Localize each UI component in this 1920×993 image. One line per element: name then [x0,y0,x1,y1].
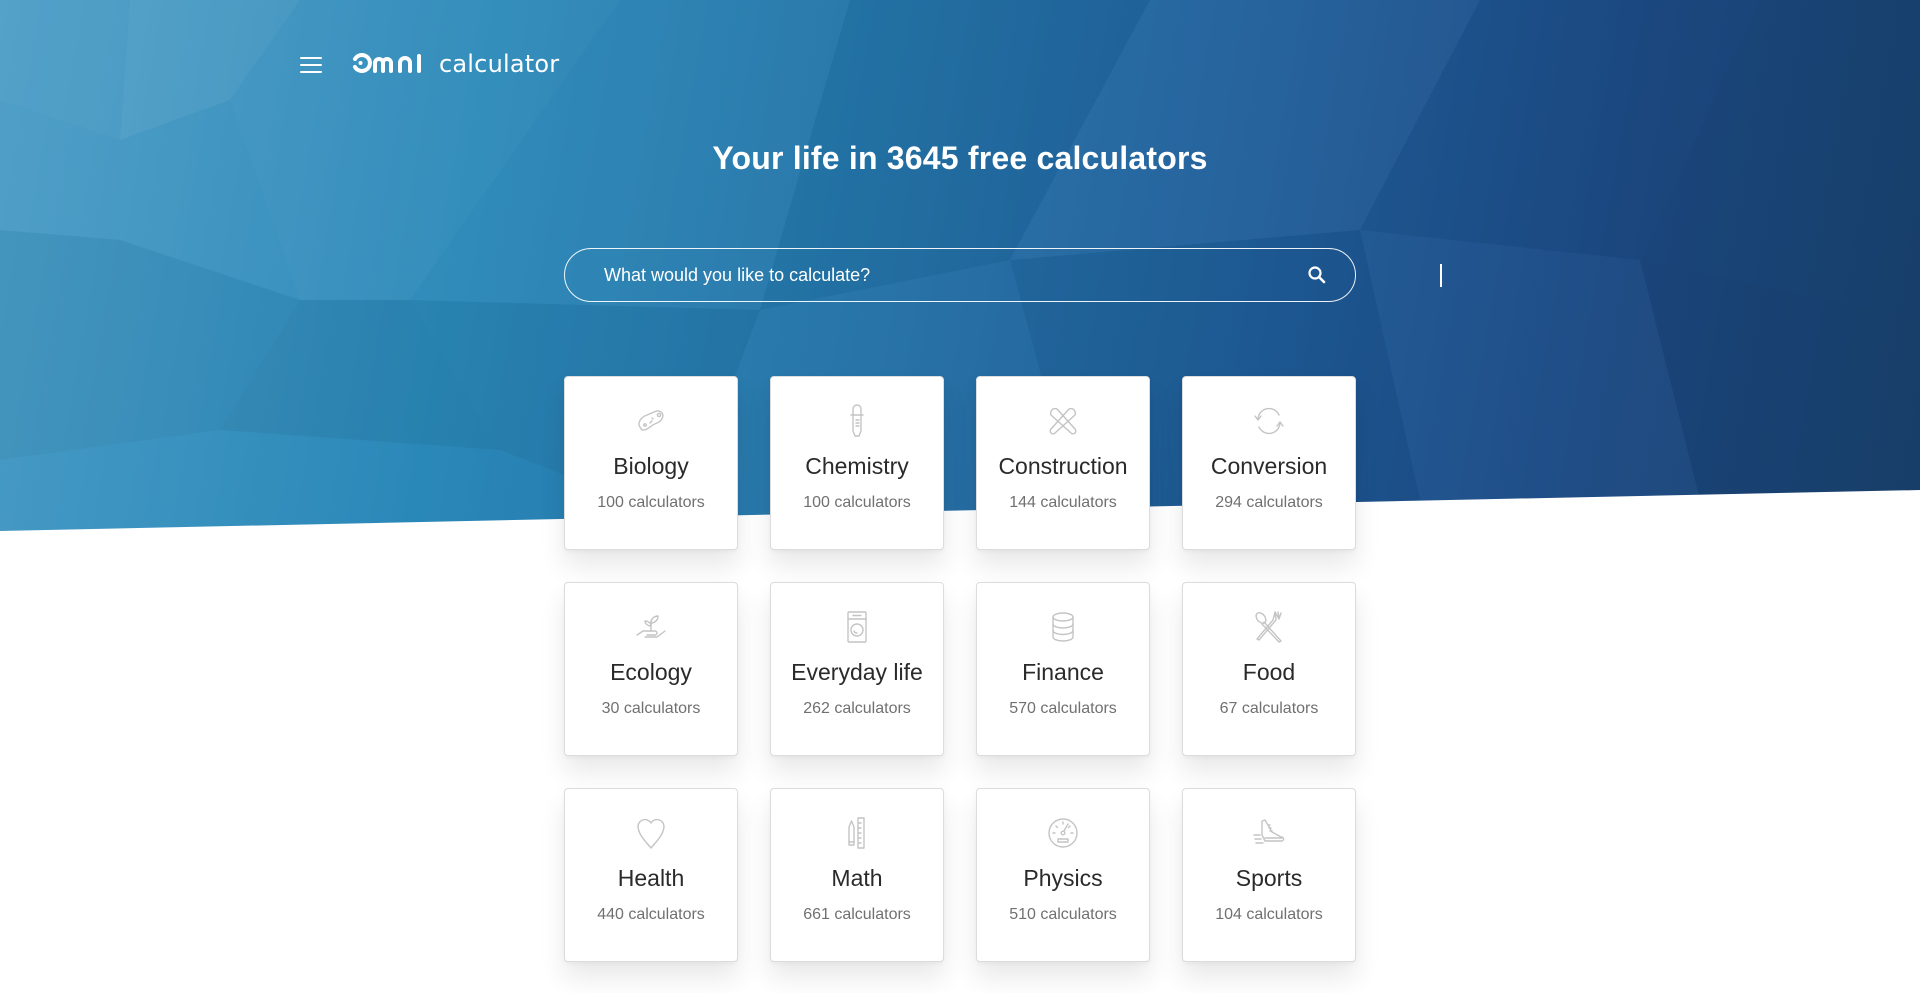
category-count: 262 calculators [803,700,911,717]
category-name: Health [617,865,685,891]
category-count: 294 calculators [1215,494,1323,511]
category-card-food[interactable]: Food 67 calculators [1182,582,1356,756]
category-name: Math [831,865,883,891]
category-name: Food [1242,659,1296,685]
category-name: Finance [1022,659,1104,685]
category-card-finance[interactable]: Finance 570 calculators [976,582,1150,756]
pencil-ruler-icon [839,815,875,851]
category-card-physics[interactable]: Physics 510 calculators [976,788,1150,962]
text-cursor [1440,264,1442,287]
category-name: Construction [998,453,1128,479]
category-count: 100 calculators [597,494,705,511]
category-card-construction[interactable]: Construction 144 calculators [976,376,1150,550]
speedometer-icon [1045,815,1081,851]
hamburger-menu-button[interactable] [298,54,326,76]
running-shoe-icon [1251,815,1287,851]
category-card-conversion[interactable]: Conversion 294 calculators [1182,376,1356,550]
category-name: Conversion [1210,453,1328,479]
category-count: 144 calculators [1009,494,1117,511]
bacteria-icon [633,403,669,439]
page: calculator Your life in 3645 free calcul… [0,0,1920,993]
omni-wordmark-icon [353,53,421,73]
category-count: 510 calculators [1009,906,1117,923]
fork-spoon-icon [1251,609,1287,645]
menu-line [300,71,322,73]
category-count: 440 calculators [597,906,705,923]
search-input[interactable] [565,248,1289,302]
plant-in-hand-icon [633,609,669,645]
search-icon [1308,266,1326,284]
search-button[interactable] [1289,249,1345,301]
category-name: Everyday life [791,659,923,685]
category-card-everyday-life[interactable]: Everyday life 262 calculators [770,582,944,756]
category-grid: Biology 100 calculators Chemistry 100 ca… [564,376,1356,962]
category-card-biology[interactable]: Biology 100 calculators [564,376,738,550]
category-card-ecology[interactable]: Ecology 30 calculators [564,582,738,756]
coin-stack-icon [1045,609,1081,645]
search-bar[interactable] [564,248,1442,302]
category-card-math[interactable]: Math 661 calculators [770,788,944,962]
refresh-arrows-icon [1251,403,1287,439]
page-title: Your life in 3645 free calculators [712,140,1208,176]
category-count: 100 calculators [803,494,911,511]
category-name: Ecology [610,659,692,685]
category-count: 104 calculators [1215,906,1323,923]
category-count: 30 calculators [601,700,701,717]
category-count: 570 calculators [1009,700,1117,717]
category-count: 661 calculators [803,906,911,923]
category-name: Biology [613,453,689,479]
menu-line [300,64,322,66]
logo-text: calculator [439,50,560,78]
category-card-chemistry[interactable]: Chemistry 100 calculators [770,376,944,550]
heart-icon [633,815,669,851]
category-name: Physics [1023,865,1103,891]
menu-line [300,57,322,59]
category-card-sports[interactable]: Sports 104 calculators [1182,788,1356,962]
omni-calculator-logo[interactable]: calculator [350,46,559,80]
category-count: 67 calculators [1219,700,1319,717]
category-name: Sports [1235,865,1303,891]
test-tube-icon [839,403,875,439]
category-name: Chemistry [805,453,909,479]
category-card-health[interactable]: Health 440 calculators [564,788,738,962]
omni-logo-mark [350,51,432,75]
washing-machine-icon [839,609,875,645]
crossed-wrenches-icon [1045,403,1081,439]
